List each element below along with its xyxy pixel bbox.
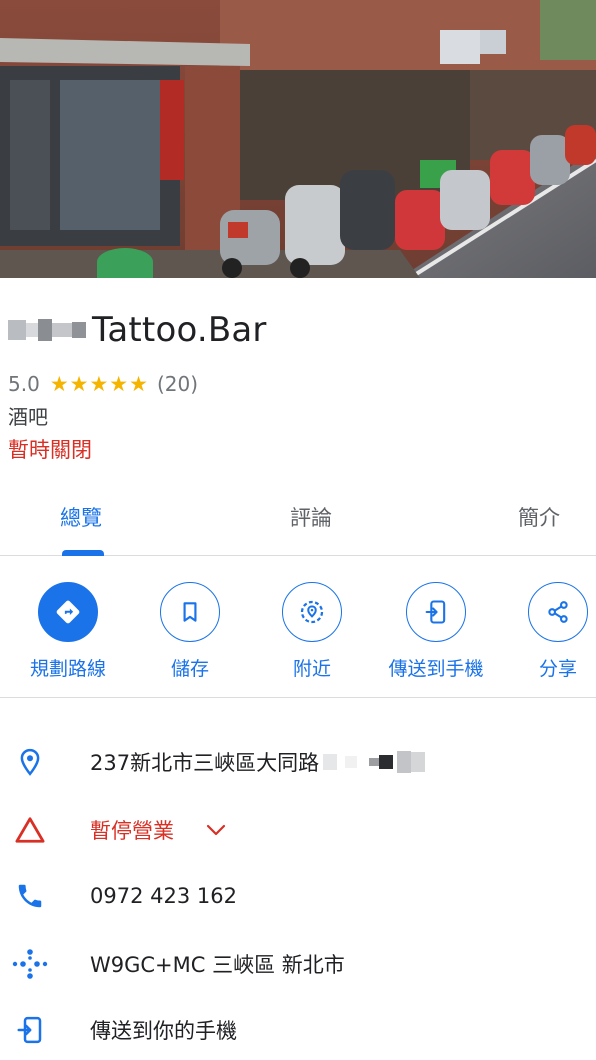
send-to-phone-button[interactable]: 傳送到手機 — [376, 582, 496, 681]
share-icon — [528, 582, 588, 642]
send-to-your-phone-text: 傳送到你的手機 — [90, 1019, 237, 1043]
directions-icon — [38, 582, 98, 642]
save-button[interactable]: 儲存 — [130, 582, 250, 681]
star-rating-icon: ★★★★★ — [49, 372, 149, 396]
send-to-phone-icon — [10, 1010, 50, 1050]
address-row[interactable]: 237新北市三峽區大同路 — [0, 732, 596, 792]
share-label: 分享 — [538, 658, 577, 680]
nearby-label: 附近 — [292, 658, 331, 680]
tab-about[interactable]: 簡介 — [518, 500, 560, 536]
send-to-phone-label: 傳送到手機 — [388, 658, 484, 680]
redacted-address-number — [323, 751, 426, 773]
redacted-name-prefix — [8, 319, 86, 341]
tab-bar: 總覽 評論 簡介 — [0, 480, 596, 556]
tab-reviews[interactable]: 評論 — [290, 500, 332, 536]
location-pin-icon — [10, 742, 50, 782]
street-photo-illustration — [0, 0, 596, 278]
place-photo[interactable] — [0, 0, 596, 278]
action-bar: 規劃路線 儲存 附近 傳送到手機 分享 — [0, 556, 596, 698]
rating-value: 5.0 — [8, 372, 40, 396]
chevron-down-icon[interactable] — [204, 822, 228, 838]
plus-code-row[interactable]: W9GC+MC 三峽區 新北市 — [0, 934, 596, 994]
review-count[interactable]: (20) — [157, 372, 198, 396]
address-value: 237新北市三峽區大同路 — [90, 751, 320, 775]
nearby-icon — [282, 582, 342, 642]
send-to-phone-icon — [406, 582, 466, 642]
tab-overview[interactable]: 總覽 — [60, 500, 102, 536]
place-name: Tattoo.Bar — [92, 310, 267, 350]
bookmark-icon — [160, 582, 220, 642]
warning-triangle-icon — [10, 810, 50, 850]
share-button[interactable]: 分享 — [498, 582, 596, 681]
plus-code-icon — [10, 944, 50, 984]
plus-code-text: W9GC+MC 三峽區 新北市 — [90, 953, 345, 977]
hours-row[interactable]: 暫停營業 — [0, 800, 596, 860]
send-to-your-phone-row[interactable]: 傳送到你的手機 — [0, 1000, 596, 1060]
hours-status: 暫停營業 — [90, 815, 228, 845]
phone-icon — [10, 876, 50, 916]
place-title: Tattoo.Bar — [8, 306, 267, 354]
address-text: 237新北市三峽區大同路 — [90, 747, 426, 777]
directions-button[interactable]: 規劃路線 — [8, 582, 128, 681]
closed-status: 暫時關閉 — [8, 438, 92, 462]
hours-status-text: 暫停營業 — [90, 819, 174, 843]
phone-row[interactable]: 0972 423 162 — [0, 866, 596, 926]
rating-row[interactable]: 5.0 ★★★★★ (20) — [8, 368, 198, 400]
save-label: 儲存 — [170, 658, 209, 680]
place-category[interactable]: 酒吧 — [8, 402, 48, 432]
directions-label: 規劃路線 — [29, 658, 106, 680]
phone-number: 0972 423 162 — [90, 884, 237, 908]
nearby-button[interactable]: 附近 — [252, 582, 372, 681]
